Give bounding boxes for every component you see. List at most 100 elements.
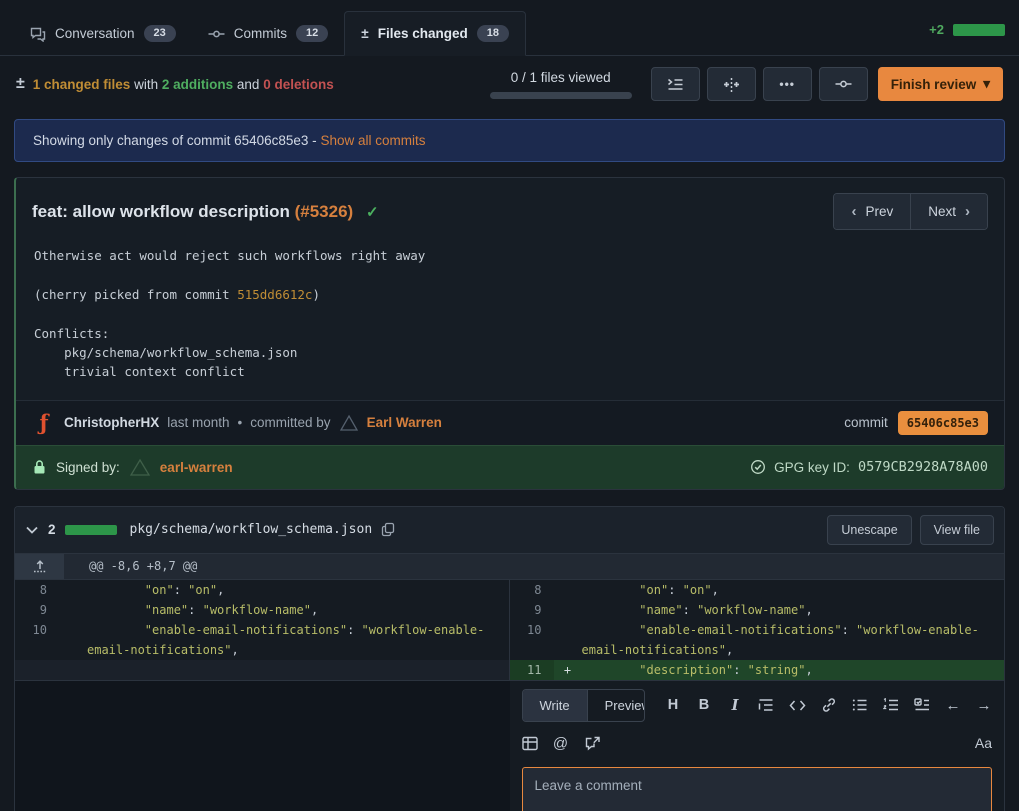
- ellipsis-icon: •••: [779, 77, 795, 91]
- committer-link[interactable]: Earl Warren: [367, 415, 442, 430]
- quote-icon[interactable]: [758, 698, 774, 712]
- diff-view-toggle-button[interactable]: [707, 67, 756, 101]
- comment-input[interactable]: [522, 767, 993, 811]
- changed-files-link[interactable]: 1 changed files: [33, 77, 131, 92]
- indent-icon[interactable]: →: [976, 697, 992, 714]
- cherry-pick-hash-link[interactable]: 515dd6612c: [237, 287, 312, 302]
- diff-additions-count: +2: [929, 22, 944, 37]
- task-list-icon[interactable]: [914, 698, 930, 712]
- commit-author-link[interactable]: ChristopherHX: [64, 415, 159, 430]
- tab-commits[interactable]: Commits 12: [192, 12, 345, 55]
- expand-hunk-button[interactable]: [15, 554, 64, 579]
- prev-label: Prev: [865, 204, 893, 219]
- italic-icon[interactable]: I: [727, 697, 743, 714]
- committer-avatar[interactable]: [339, 414, 359, 432]
- editor-toolbar-secondary: @ Aa: [522, 735, 993, 752]
- diff-pane-new: 8 "on": "on",9 "name": "workflow-name",1…: [510, 580, 1005, 680]
- split-diff-table: 8 "on": "on",9 "name": "workflow-name",1…: [15, 580, 1004, 680]
- commit-nav-group: ‹ Prev Next ›: [833, 193, 988, 230]
- diff-line-context[interactable]: 9 "name": "workflow-name",: [510, 600, 1005, 620]
- cross-reference-icon[interactable]: [584, 736, 601, 751]
- comment-discussion-icon: [30, 26, 46, 42]
- prev-commit-button[interactable]: ‹ Prev: [834, 194, 910, 229]
- commit-hash-badge[interactable]: 65406c85e3: [898, 411, 988, 435]
- code-text: "name": "workflow-name",: [582, 600, 1005, 620]
- diff-icon: ±: [16, 75, 25, 93]
- signer-avatar[interactable]: [129, 458, 151, 477]
- ordered-list-icon[interactable]: [883, 698, 899, 712]
- file-tree-toggle-button[interactable]: [651, 67, 700, 101]
- line-number[interactable]: 9: [15, 600, 59, 620]
- signed-by-row: Signed by: earl-warren GPG key ID: 0579C…: [16, 445, 1004, 489]
- author-avatar[interactable]: ƒ: [32, 411, 56, 435]
- finish-review-button[interactable]: Finish review ▾: [878, 67, 1003, 101]
- hunk-header-text: @@ -8,6 +8,7 @@: [64, 554, 197, 579]
- diff-marker: [59, 660, 87, 680]
- outdent-icon[interactable]: ←: [945, 697, 961, 714]
- diff-line-added[interactable]: 11+ "description": "string",: [510, 660, 1005, 680]
- link-icon[interactable]: [821, 697, 837, 713]
- bold-icon[interactable]: B: [696, 697, 712, 713]
- pr-reference-link[interactable]: (#5326): [295, 202, 354, 221]
- line-number[interactable]: [15, 660, 59, 680]
- gpg-key-label: GPG key ID:: [774, 460, 850, 475]
- plain-text-toggle-icon[interactable]: Aa: [975, 735, 992, 751]
- diff-line-placeholder: [15, 660, 509, 680]
- commit-select-button[interactable]: [819, 67, 868, 101]
- commit-message-line: Otherwise act would reject such workflow…: [34, 246, 988, 265]
- code-text: "enable-email-notifications": "workflow-…: [582, 620, 1005, 660]
- diff-line-context[interactable]: 8 "on": "on",: [15, 580, 509, 600]
- line-number[interactable]: 9: [510, 600, 554, 620]
- code-text: "description": "string",: [582, 660, 1005, 680]
- collapse-file-icon[interactable]: [25, 525, 39, 535]
- commit-meta-row: ƒ ChristopherHX last month • committed b…: [16, 400, 1004, 445]
- line-number[interactable]: 8: [15, 580, 59, 600]
- diff-line-context[interactable]: 9 "name": "workflow-name",: [15, 600, 509, 620]
- files-changed-count-badge: 18: [477, 25, 509, 42]
- heading-icon[interactable]: H: [665, 697, 681, 713]
- line-number[interactable]: 11: [510, 660, 554, 680]
- next-commit-button[interactable]: Next ›: [910, 194, 987, 229]
- commit-message-line: [34, 265, 988, 284]
- commit-detail-box: feat: allow workflow description (#5326)…: [14, 177, 1005, 490]
- copy-path-icon[interactable]: [381, 522, 395, 537]
- commit-status-check-icon[interactable]: ✓: [366, 204, 379, 221]
- chevron-down-icon: ▾: [983, 76, 990, 92]
- table-icon[interactable]: [522, 736, 538, 751]
- gpg-key-id: 0579CB2928A78A00: [858, 459, 988, 475]
- commit-message-line: [34, 304, 988, 323]
- diff-line-context[interactable]: 10 "enable-email-notifications": "workfl…: [15, 620, 509, 660]
- commit-message-line: (cherry picked from commit 515dd6612c): [34, 285, 988, 304]
- tab-files-changed[interactable]: ± Files changed 18: [344, 11, 526, 56]
- code-text: "on": "on",: [582, 580, 1005, 600]
- inline-comment-form: Write Preview H B I: [510, 681, 1006, 811]
- diff-line-context[interactable]: 8 "on": "on",: [510, 580, 1005, 600]
- show-all-commits-link[interactable]: Show all commits: [320, 133, 425, 148]
- banner-text: Showing only changes of commit 65406c85e…: [33, 133, 317, 148]
- chevron-right-icon: ›: [965, 203, 970, 220]
- deletions-count: 0 deletions: [263, 77, 334, 92]
- view-file-button[interactable]: View file: [920, 515, 994, 545]
- line-number[interactable]: 8: [510, 580, 554, 600]
- tab-preview[interactable]: Preview: [587, 690, 645, 721]
- tab-write[interactable]: Write: [523, 690, 587, 721]
- split-view-icon: [723, 77, 740, 92]
- unescape-button[interactable]: Unescape: [827, 515, 911, 545]
- line-number[interactable]: 10: [15, 620, 59, 660]
- tab-conversation[interactable]: Conversation 23: [14, 12, 192, 55]
- diff-stat-bar: [953, 24, 1005, 36]
- diff-marker: [554, 580, 582, 600]
- summary-text: and: [237, 77, 260, 92]
- signer-link[interactable]: earl-warren: [160, 460, 233, 475]
- diff-line-context[interactable]: 10 "enable-email-notifications": "workfl…: [510, 620, 1005, 660]
- unordered-list-icon[interactable]: [852, 698, 868, 712]
- more-options-button[interactable]: •••: [763, 67, 812, 101]
- pr-tab-bar: Conversation 23 Commits 12 ± Files chang…: [0, 0, 1019, 56]
- diff-marker: [554, 600, 582, 620]
- code-icon[interactable]: [789, 699, 806, 712]
- mention-icon[interactable]: @: [553, 735, 569, 752]
- line-number[interactable]: 10: [510, 620, 554, 660]
- committed-by-label: committed by: [250, 415, 330, 430]
- diff-icon: ±: [361, 26, 368, 41]
- commit-time: last month: [167, 415, 229, 430]
